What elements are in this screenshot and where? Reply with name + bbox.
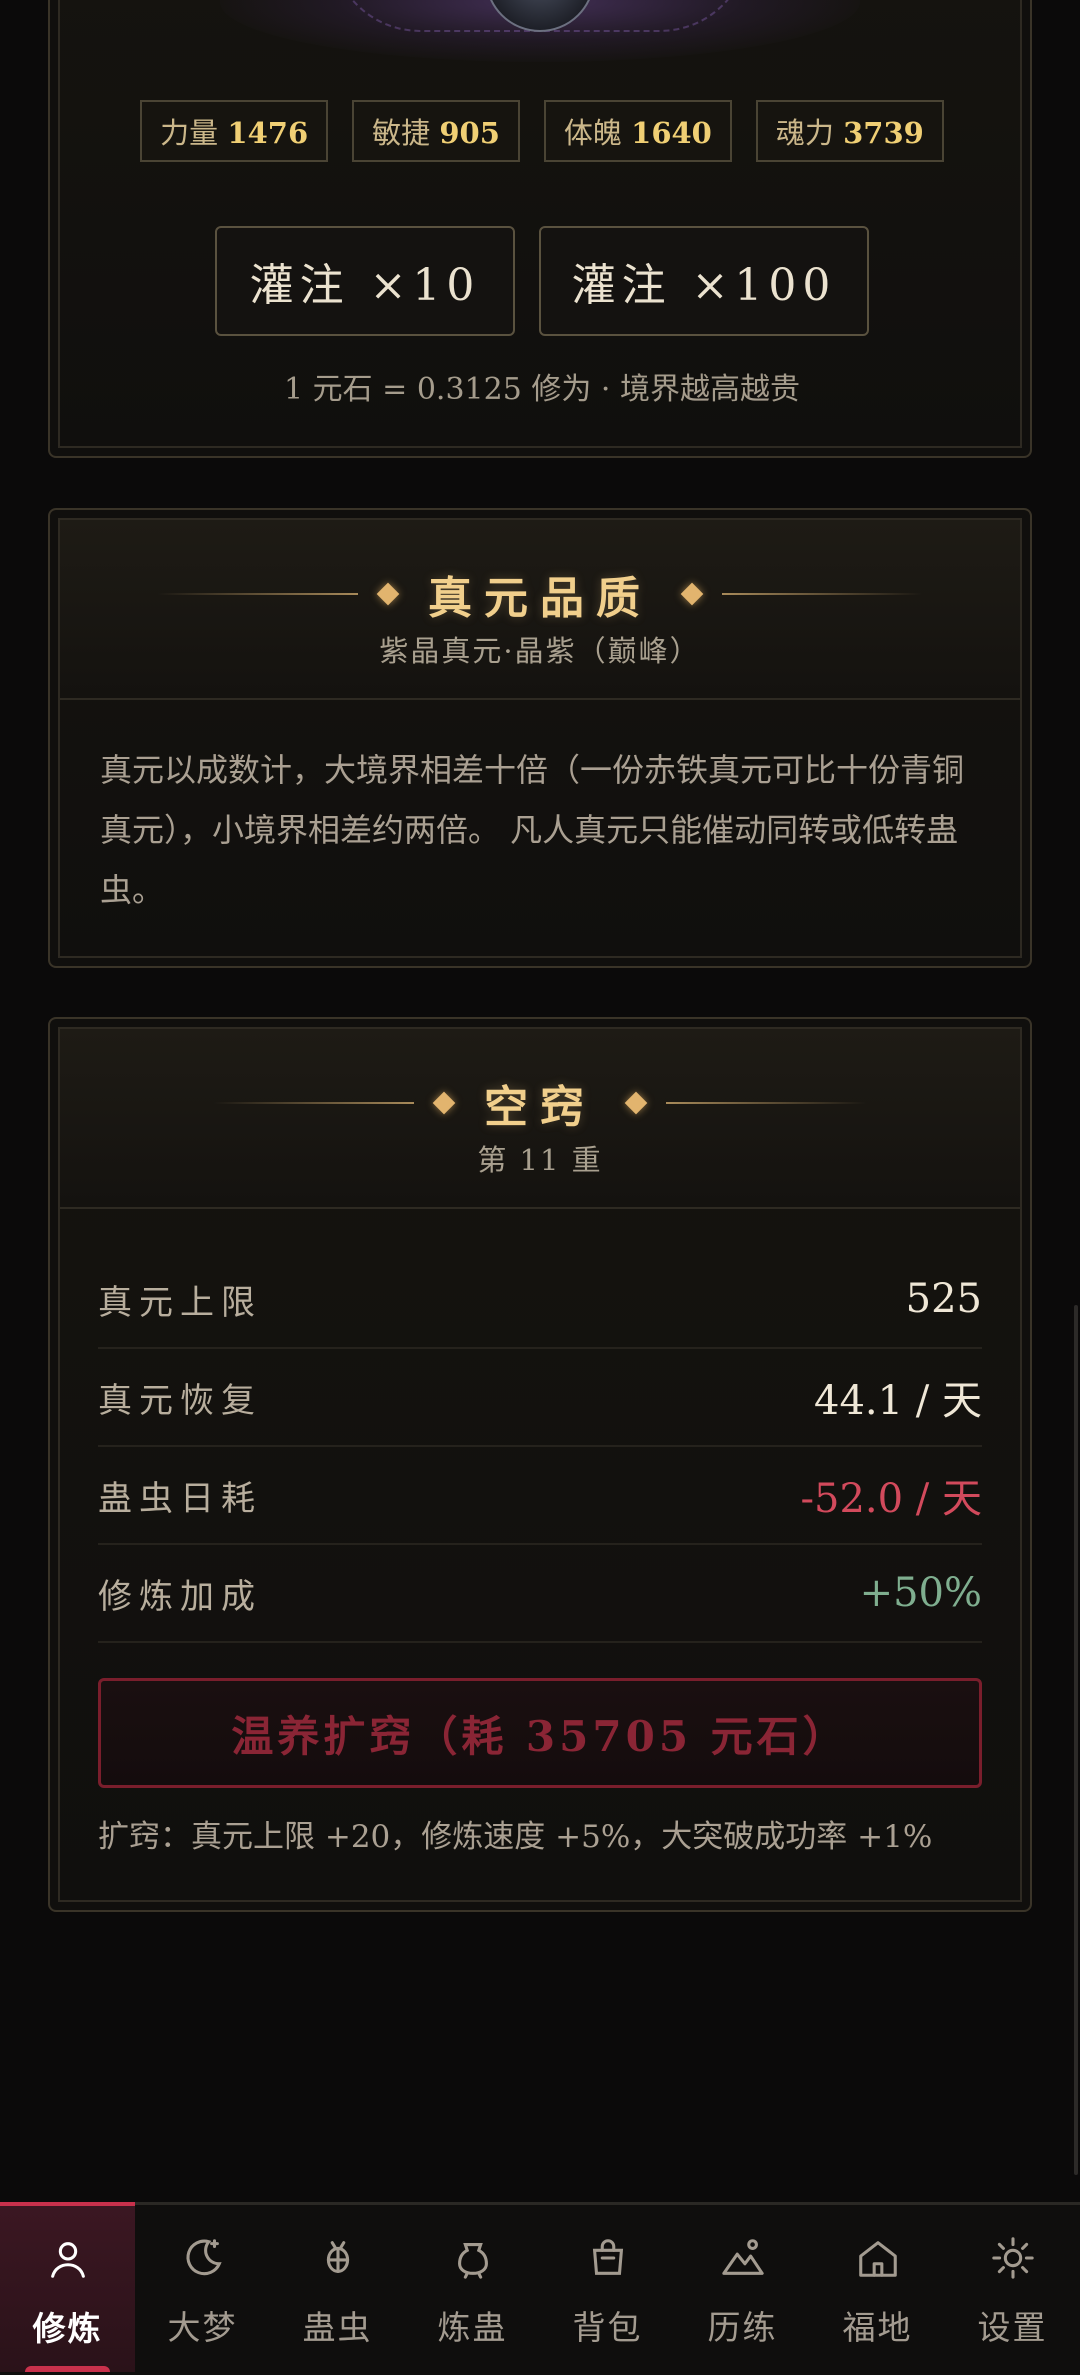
divider-line bbox=[158, 593, 358, 595]
nav-item-cultivate[interactable]: 修炼 bbox=[0, 2202, 135, 2372]
nav-label: 背包 bbox=[572, 2308, 643, 2347]
bug-icon bbox=[326, 2241, 349, 2273]
stat-label: 体魄 bbox=[563, 116, 622, 150]
mountain-icon bbox=[721, 2239, 764, 2275]
stat-value: 1640 bbox=[631, 116, 712, 150]
attribute-stats: 力量 1476 敏捷 905 体魄 1640 魂力 3739 bbox=[50, 100, 1034, 162]
attr-label: 真元恢复 bbox=[98, 1380, 262, 1421]
moon-icon bbox=[185, 2239, 222, 2276]
scrollbar-thumb[interactable] bbox=[1074, 1305, 1078, 2175]
nav-label: 历练 bbox=[707, 2308, 778, 2347]
attr-row-essence-regen: 真元恢复 44.1 / 天 bbox=[98, 1349, 982, 1447]
nav-label: 炼蛊 bbox=[437, 2308, 508, 2347]
nav-label: 大梦 bbox=[167, 2308, 238, 2347]
attr-row-essence-cap: 真元上限 525 bbox=[98, 1251, 982, 1349]
nav-item-refine[interactable]: 炼蛊 bbox=[405, 2205, 540, 2375]
attr-label: 蛊虫日耗 bbox=[98, 1478, 262, 1519]
attr-row-cultivation-bonus: 修炼加成 +50% bbox=[98, 1545, 982, 1643]
diamond-ornament-icon bbox=[680, 582, 704, 606]
bag-icon bbox=[592, 2239, 623, 2275]
nav-item-blessed-land[interactable]: 福地 bbox=[810, 2205, 945, 2375]
nav-label: 福地 bbox=[842, 2308, 913, 2347]
nav-item-journey[interactable]: 历练 bbox=[675, 2205, 810, 2375]
nav-label: 设置 bbox=[977, 2308, 1048, 2347]
stat-agility: 敏捷 905 bbox=[352, 100, 520, 162]
attr-label: 真元上限 bbox=[98, 1282, 262, 1323]
nav-label: 蛊虫 bbox=[302, 2308, 373, 2347]
warm-expand-button[interactable]: 温养扩窍（耗 35705 元石） bbox=[98, 1678, 982, 1788]
bottom-nav: 修炼 大梦 蛊虫 炼蛊 背包 历练 福地 设置 bbox=[0, 2202, 1080, 2375]
attr-value: 525 bbox=[905, 1276, 982, 1322]
stat-label: 力量 bbox=[160, 116, 219, 150]
infuse-rate-note: 1 元石 = 0.3125 修为 · 境界越高越贵 bbox=[284, 372, 800, 407]
stat-soul: 魂力 3739 bbox=[755, 100, 944, 162]
stat-constitution: 体魄 1640 bbox=[543, 100, 732, 162]
attr-label: 修炼加成 bbox=[98, 1576, 262, 1617]
essence-quality-panel: 真元品质 紫晶真元·晶紫（巅峰） 真元以成数计，大境界相差十倍（一份赤铁真元可比… bbox=[48, 508, 1032, 968]
stat-label: 敏捷 bbox=[372, 116, 431, 150]
aperture-attributes: 真元上限 525 真元恢复 44.1 / 天 蛊虫日耗 -52.0 / 天 修炼… bbox=[98, 1251, 982, 1643]
divider-line bbox=[666, 1102, 866, 1104]
section-header: 空窍 第 11 重 bbox=[60, 1029, 1020, 1209]
nav-item-gu[interactable]: 蛊虫 bbox=[270, 2205, 405, 2375]
cauldron-icon bbox=[457, 2243, 488, 2279]
quality-description: 真元以成数计，大境界相差十倍（一份赤铁真元可比十份青铜真元），小境界相差约两倍。… bbox=[100, 751, 965, 909]
stat-value: 1476 bbox=[227, 116, 309, 150]
infuse-panel: 力量 1476 敏捷 905 体魄 1640 魂力 3739 灌注 ×10 灌注… bbox=[48, 0, 1032, 458]
attr-value: -52.0 / 天 bbox=[800, 1476, 982, 1522]
infuse-buttons: 灌注 ×10 灌注 ×100 bbox=[50, 226, 1034, 336]
person-icon bbox=[50, 2242, 85, 2278]
section-header: 真元品质 紫晶真元·晶紫（巅峰） bbox=[60, 520, 1020, 700]
attr-value: 44.1 / 天 bbox=[814, 1378, 982, 1424]
gear-icon bbox=[991, 2237, 1034, 2279]
stat-value: 905 bbox=[439, 116, 500, 150]
stat-value: 3739 bbox=[843, 116, 924, 150]
title-row: 真元品质 bbox=[60, 562, 1020, 626]
home-icon bbox=[858, 2241, 897, 2277]
section-subtitle: 紫晶真元·晶紫（巅峰） bbox=[379, 634, 701, 668]
aperture-panel: 空窍 第 11 重 真元上限 525 真元恢复 44.1 / 天 蛊虫日耗 -5… bbox=[48, 1017, 1032, 1912]
section-title: 真元品质 bbox=[428, 573, 652, 624]
infuse-10-button[interactable]: 灌注 ×10 bbox=[215, 226, 515, 336]
nav-item-dream[interactable]: 大梦 bbox=[135, 2205, 270, 2375]
attr-value: +50% bbox=[859, 1570, 982, 1616]
stat-strength: 力量 1476 bbox=[140, 100, 329, 162]
infuse-100-button[interactable]: 灌注 ×100 bbox=[539, 226, 869, 336]
diamond-ornament-icon bbox=[432, 1091, 456, 1115]
nav-label: 修炼 bbox=[32, 2309, 103, 2348]
attr-row-gu-upkeep: 蛊虫日耗 -52.0 / 天 bbox=[98, 1447, 982, 1545]
nav-item-settings[interactable]: 设置 bbox=[945, 2205, 1080, 2375]
expand-note: 扩窍：真元上限 +20，修炼速度 +5%，大突破成功率 +1% bbox=[98, 1819, 933, 1855]
diamond-ornament-icon bbox=[624, 1091, 648, 1115]
title-row: 空窍 bbox=[60, 1071, 1020, 1135]
divider-line bbox=[214, 1102, 414, 1104]
nav-item-bag[interactable]: 背包 bbox=[540, 2205, 675, 2375]
divider-line bbox=[722, 593, 922, 595]
section-title: 空窍 bbox=[484, 1082, 596, 1133]
diamond-ornament-icon bbox=[376, 582, 400, 606]
stat-label: 魂力 bbox=[775, 116, 834, 150]
section-subtitle: 第 11 重 bbox=[477, 1143, 603, 1177]
